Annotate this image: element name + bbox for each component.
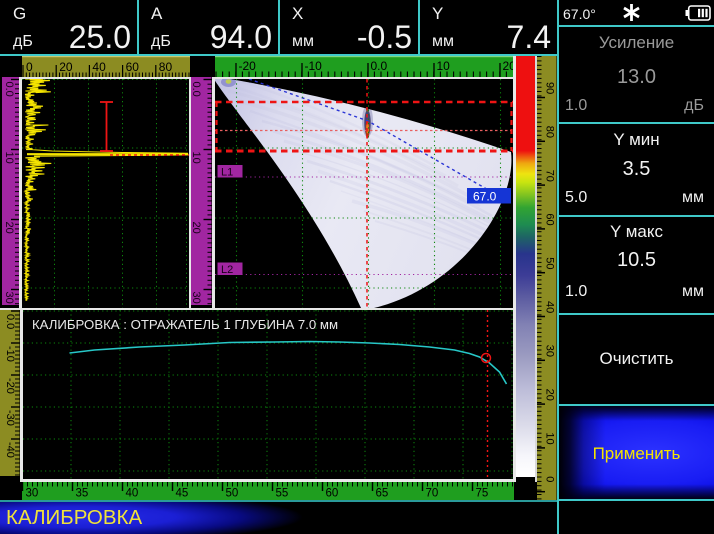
svg-text:0.0: 0.0 xyxy=(371,59,388,73)
svg-text:0.0: 0.0 xyxy=(4,314,16,329)
svg-text:75: 75 xyxy=(475,488,488,500)
svg-text:60: 60 xyxy=(126,60,140,74)
svg-text:40: 40 xyxy=(544,301,556,313)
svg-text:35: 35 xyxy=(75,488,88,500)
svg-text:40: 40 xyxy=(125,488,138,500)
svg-text:-40: -40 xyxy=(4,442,16,458)
svg-text:40: 40 xyxy=(92,60,106,74)
svg-text:20: 20 xyxy=(191,222,202,234)
svg-text:0: 0 xyxy=(544,476,556,482)
svg-text:30: 30 xyxy=(544,345,556,357)
svg-text:55: 55 xyxy=(275,488,288,500)
svg-text:-10: -10 xyxy=(305,59,323,73)
svg-text:30: 30 xyxy=(25,488,38,500)
svg-text:20: 20 xyxy=(544,389,556,401)
svg-text:10: 10 xyxy=(191,152,202,164)
svg-text:45: 45 xyxy=(175,488,188,500)
svg-text:0: 0 xyxy=(26,60,33,74)
svg-text:50: 50 xyxy=(544,257,556,269)
svg-text:-30: -30 xyxy=(4,410,16,426)
svg-text:0.0: 0.0 xyxy=(191,82,202,97)
svg-text:20: 20 xyxy=(3,222,15,234)
svg-text:70: 70 xyxy=(544,170,556,182)
svg-text:70: 70 xyxy=(425,488,438,500)
svg-text:90: 90 xyxy=(544,82,556,94)
svg-text:-20: -20 xyxy=(4,378,16,394)
svg-text:10: 10 xyxy=(544,432,556,444)
svg-text:30: 30 xyxy=(3,292,15,304)
svg-text:67.0: 67.0 xyxy=(473,190,497,204)
svg-text:60: 60 xyxy=(544,213,556,225)
svg-text:80: 80 xyxy=(544,126,556,138)
svg-text:65: 65 xyxy=(375,488,388,500)
svg-text:-20: -20 xyxy=(239,59,257,73)
svg-text:L2: L2 xyxy=(221,264,233,276)
svg-text:10: 10 xyxy=(3,152,15,164)
svg-text:-10: -10 xyxy=(4,346,16,362)
svg-text:20: 20 xyxy=(59,60,73,74)
svg-text:L1: L1 xyxy=(221,167,233,179)
svg-text:0.0: 0.0 xyxy=(3,82,15,97)
svg-text:10: 10 xyxy=(437,59,451,73)
svg-text:КАЛИБРОВКА : ОТРАЖАТЕЛЬ 1 ГЛУБ: КАЛИБРОВКА : ОТРАЖАТЕЛЬ 1 ГЛУБИНА 7.0 мм xyxy=(32,317,338,332)
svg-text:80: 80 xyxy=(159,60,173,74)
svg-text:20: 20 xyxy=(503,59,514,73)
svg-text:30: 30 xyxy=(191,292,202,304)
svg-text:50: 50 xyxy=(225,488,238,500)
svg-text:60: 60 xyxy=(325,488,338,500)
